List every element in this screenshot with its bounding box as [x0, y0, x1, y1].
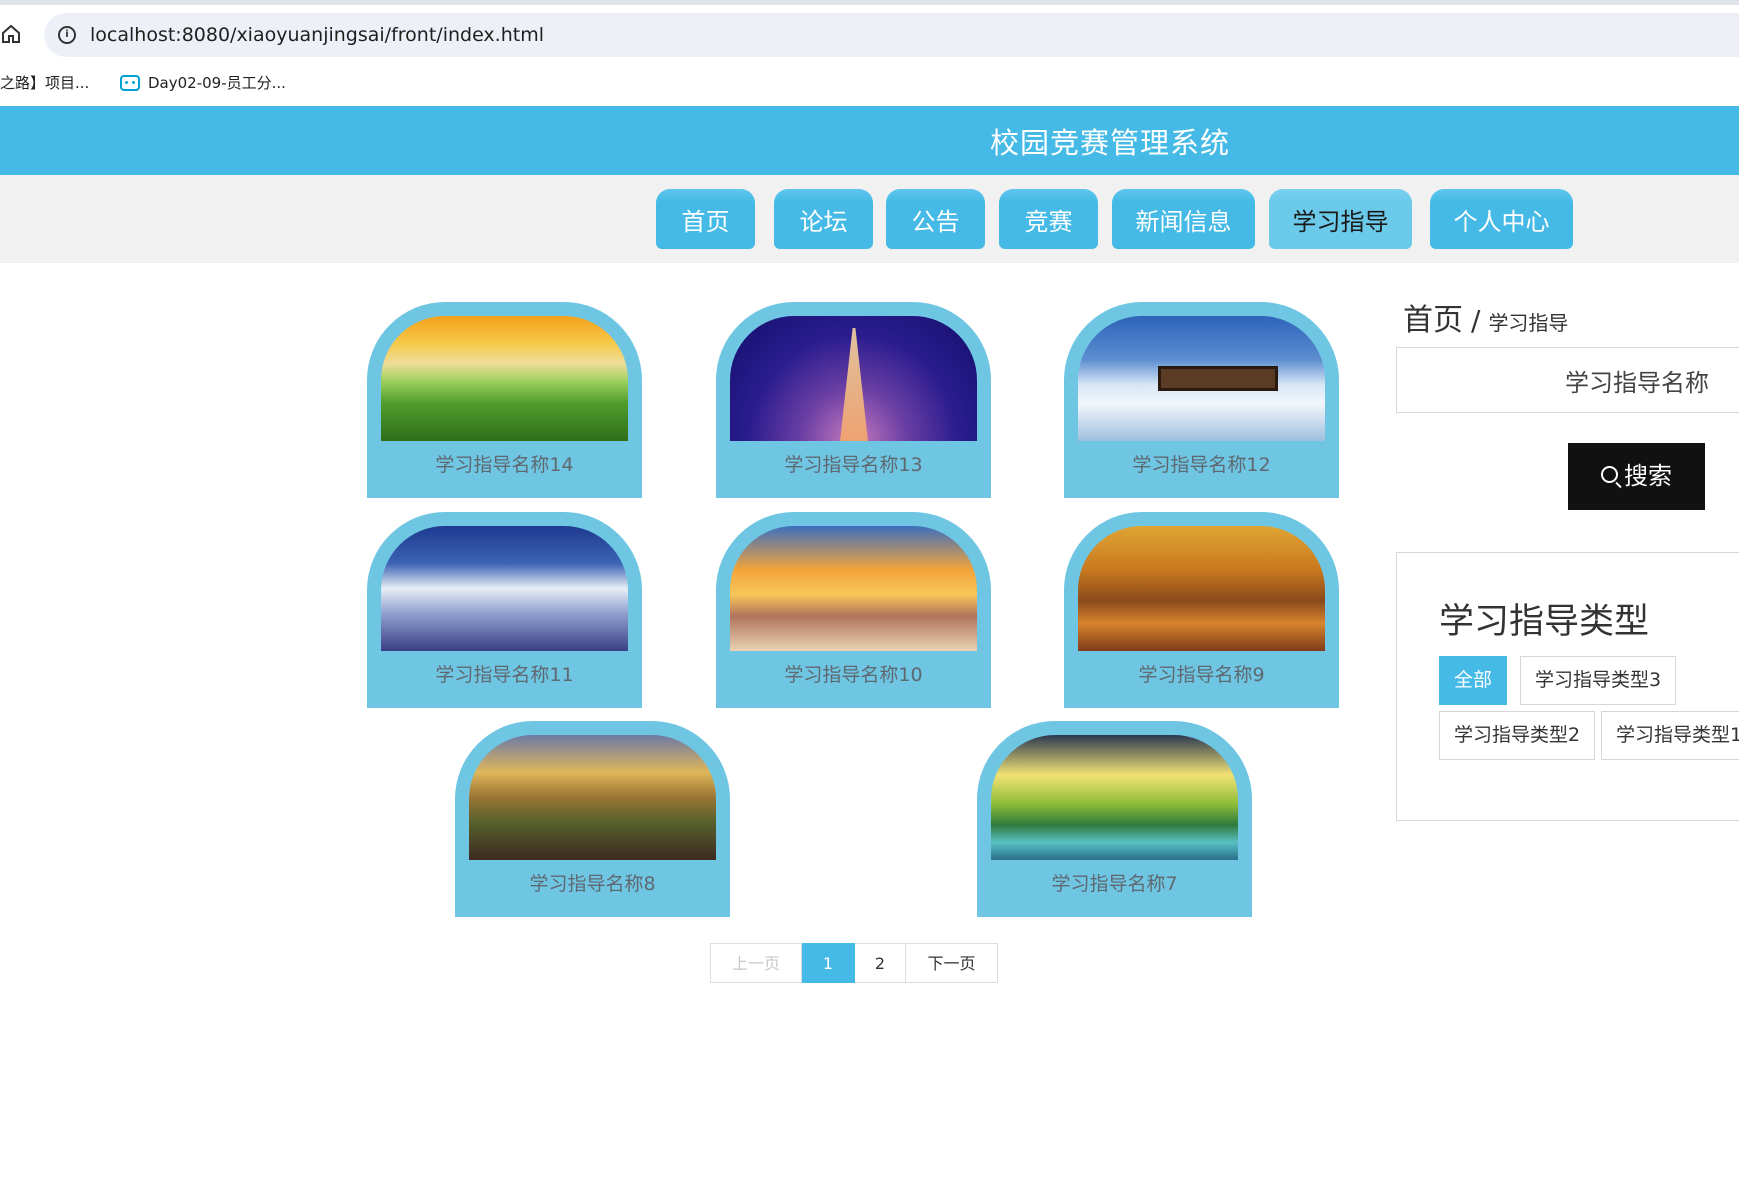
- nav-home[interactable]: 首页: [656, 189, 755, 249]
- type-filter-title: 学习指导类型: [1439, 602, 1650, 642]
- bookmark-label: Day02-09-员工分...: [148, 74, 286, 92]
- card-title[interactable]: 学习指导名称10: [716, 660, 991, 687]
- url-field[interactable]: i localhost:8080/xiaoyuanjingsai/front/i…: [44, 13, 1739, 57]
- type-chip-all[interactable]: 全部: [1439, 656, 1508, 705]
- breadcrumb-current: 学习指导: [1488, 311, 1569, 335]
- card-title[interactable]: 学习指导名称12: [1064, 450, 1339, 477]
- card-image-valley[interactable]: [469, 735, 716, 860]
- study-guide-card[interactable]: 学习指导名称14: [367, 302, 642, 498]
- nav-news[interactable]: 新闻信息: [1112, 189, 1255, 249]
- card-image-meadow[interactable]: [381, 316, 628, 441]
- card-title[interactable]: 学习指导名称8: [455, 869, 730, 896]
- site-banner: 校园竞赛管理系统: [0, 106, 1739, 175]
- card-title[interactable]: 学习指导名称7: [977, 869, 1252, 896]
- study-guide-card[interactable]: 学习指导名称12: [1064, 302, 1339, 498]
- site-info-icon[interactable]: i: [58, 26, 76, 44]
- nav-competition[interactable]: 竞赛: [999, 189, 1098, 249]
- card-title[interactable]: 学习指导名称9: [1064, 660, 1339, 687]
- study-guide-card[interactable]: 学习指导名称7: [977, 721, 1252, 917]
- card-image-snow-cabin[interactable]: [1078, 316, 1325, 441]
- url-text[interactable]: localhost:8080/xiaoyuanjingsai/front/ind…: [90, 24, 544, 46]
- study-guide-card[interactable]: 学习指导名称9: [1064, 512, 1339, 708]
- card-title[interactable]: 学习指导名称11: [367, 660, 642, 687]
- type-filter-panel: 学习指导类型 全部 学习指导类型3 学习指导类型2 学习指导类型1: [1396, 552, 1739, 821]
- nav-notice[interactable]: 公告: [886, 189, 985, 249]
- home-icon[interactable]: [0, 23, 22, 45]
- nav-study-guide[interactable]: 学习指导: [1269, 189, 1412, 249]
- address-bar: i localhost:8080/xiaoyuanjingsai/front/i…: [0, 5, 1739, 63]
- card-title[interactable]: 学习指导名称13: [716, 450, 991, 477]
- bookmark-item[interactable]: Day02-09-员工分...: [120, 70, 286, 96]
- search-input[interactable]: [1396, 347, 1739, 413]
- breadcrumb-separator: /: [1471, 304, 1481, 337]
- type-chip-1[interactable]: 学习指导类型1: [1601, 711, 1739, 760]
- next-page-button[interactable]: 下一页: [906, 943, 998, 983]
- bookmarks-bar: 之路】项目... Day02-09-员工分...: [0, 63, 1739, 105]
- study-guide-card[interactable]: 学习指导名称10: [716, 512, 991, 708]
- card-image-eiffel[interactable]: [730, 316, 977, 441]
- bookmark-item[interactable]: 之路】项目...: [0, 70, 89, 96]
- card-image-beach[interactable]: [730, 526, 977, 651]
- search-icon: [1601, 465, 1618, 483]
- page-1-button[interactable]: 1: [802, 943, 855, 983]
- nav-personal-center[interactable]: 个人中心: [1430, 189, 1573, 249]
- study-guide-card[interactable]: 学习指导名称11: [367, 512, 642, 708]
- search-button-label: 搜索: [1624, 462, 1672, 490]
- page-2-button[interactable]: 2: [855, 943, 906, 983]
- breadcrumb: 首页 / 学习指导: [1403, 295, 1568, 339]
- bilibili-icon: [120, 75, 140, 91]
- card-title[interactable]: 学习指导名称14: [367, 450, 642, 477]
- type-chip-2[interactable]: 学习指导类型2: [1439, 711, 1596, 760]
- card-image-autumn[interactable]: [1078, 526, 1325, 651]
- site-title: 校园竞赛管理系统: [990, 126, 1231, 160]
- breadcrumb-home[interactable]: 首页: [1403, 303, 1463, 338]
- card-image-clouds[interactable]: [381, 526, 628, 651]
- type-chip-3[interactable]: 学习指导类型3: [1520, 656, 1677, 705]
- search-button[interactable]: 搜索: [1568, 443, 1705, 510]
- study-guide-card[interactable]: 学习指导名称8: [455, 721, 730, 917]
- main-nav: 首页 论坛 公告 竞赛 新闻信息 学习指导 个人中心: [0, 175, 1739, 263]
- card-image-lake[interactable]: [991, 735, 1238, 860]
- study-guide-card[interactable]: 学习指导名称13: [716, 302, 991, 498]
- prev-page-button[interactable]: 上一页: [710, 943, 802, 983]
- pagination: 上一页 1 2 下一页: [710, 943, 998, 983]
- nav-forum[interactable]: 论坛: [774, 189, 873, 249]
